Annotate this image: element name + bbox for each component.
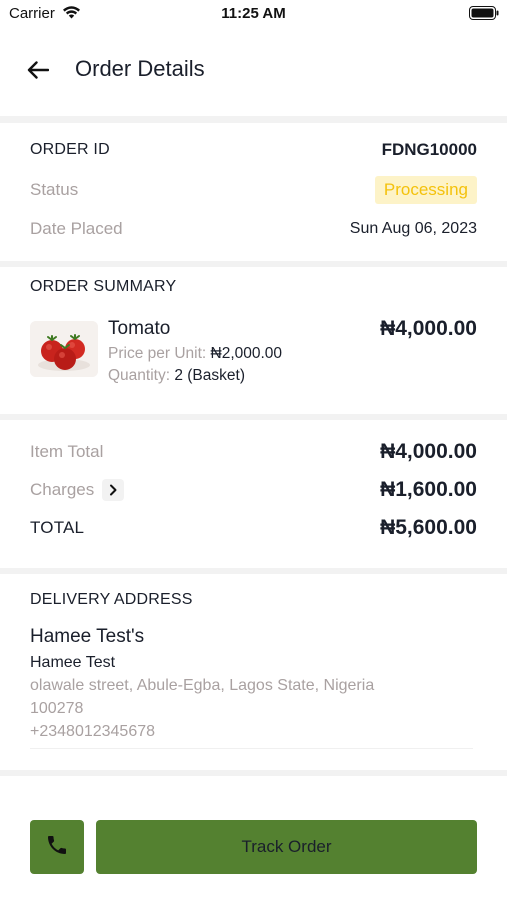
clock: 11:25 AM: [221, 5, 286, 22]
charges-value: ₦1,600.00: [380, 478, 477, 501]
delivery-address-section: DELIVERY ADDRESS Hamee Test's Hamee Test…: [0, 574, 507, 770]
footer-actions: Track Order: [0, 776, 507, 900]
battery-icon: [469, 6, 499, 25]
date-placed-value: Sun Aug 06, 2023: [349, 220, 477, 237]
total-label: TOTAL: [30, 518, 85, 537]
order-summary-title: ORDER SUMMARY: [30, 278, 177, 295]
quantity-label: Quantity:: [108, 367, 171, 384]
arrow-left-icon: [27, 60, 50, 84]
call-button[interactable]: [30, 820, 84, 874]
order-id-label: ORDER ID: [30, 141, 110, 158]
address-underline: [30, 748, 473, 749]
address-name: Hamee Test's: [30, 626, 145, 647]
tomato-product-image: [30, 321, 98, 377]
quantity-value: 2 (Basket): [174, 367, 245, 384]
phone-number: +2348012345678: [30, 723, 156, 740]
order-info-section: ORDER ID FDNG10000 Status Processing Dat…: [0, 123, 507, 261]
unit-price-value: ₦2,000.00: [210, 345, 283, 362]
page-title: Order Details: [75, 56, 205, 81]
nav-header: Order Details: [0, 28, 507, 116]
charges-toggle[interactable]: Charges: [30, 479, 125, 501]
divider: [0, 116, 507, 123]
product-name: Tomato: [108, 318, 171, 339]
product-price: ₦4,000.00: [380, 317, 477, 340]
track-order-button[interactable]: Track Order: [96, 820, 477, 874]
postal-code: 100278: [30, 700, 84, 717]
status-badge: Processing: [374, 176, 477, 204]
status-bar: Carrier 11:25 AM: [0, 0, 507, 28]
unit-price-label: Price per Unit:: [108, 345, 207, 362]
delivery-address-title: DELIVERY ADDRESS: [30, 591, 193, 608]
status-label: Status: [30, 180, 79, 199]
charges-label: Charges: [30, 480, 95, 499]
recipient-name: Hamee Test: [30, 654, 116, 671]
unit-price-line: Price per Unit: ₦2,000.00: [108, 345, 282, 363]
item-total-label: Item Total: [30, 442, 104, 461]
order-id-value: FDNG10000: [381, 140, 477, 159]
totals-section: Item Total ₦4,000.00 Charges ₦1,600.00 T…: [0, 420, 507, 568]
quantity-line: Quantity: 2 (Basket): [108, 367, 245, 385]
order-summary-section: ORDER SUMMARY Tomato ₦4,000.00 Price per…: [0, 267, 507, 414]
street-address: olawale street, Abule-Egba, Lagos State,…: [30, 677, 375, 694]
chevron-right-icon[interactable]: [102, 479, 125, 501]
date-placed-label: Date Placed: [30, 219, 123, 238]
item-total-value: ₦4,000.00: [380, 440, 477, 463]
phone-icon: [45, 833, 69, 862]
back-button[interactable]: [22, 56, 54, 88]
total-value: ₦5,600.00: [380, 516, 477, 539]
